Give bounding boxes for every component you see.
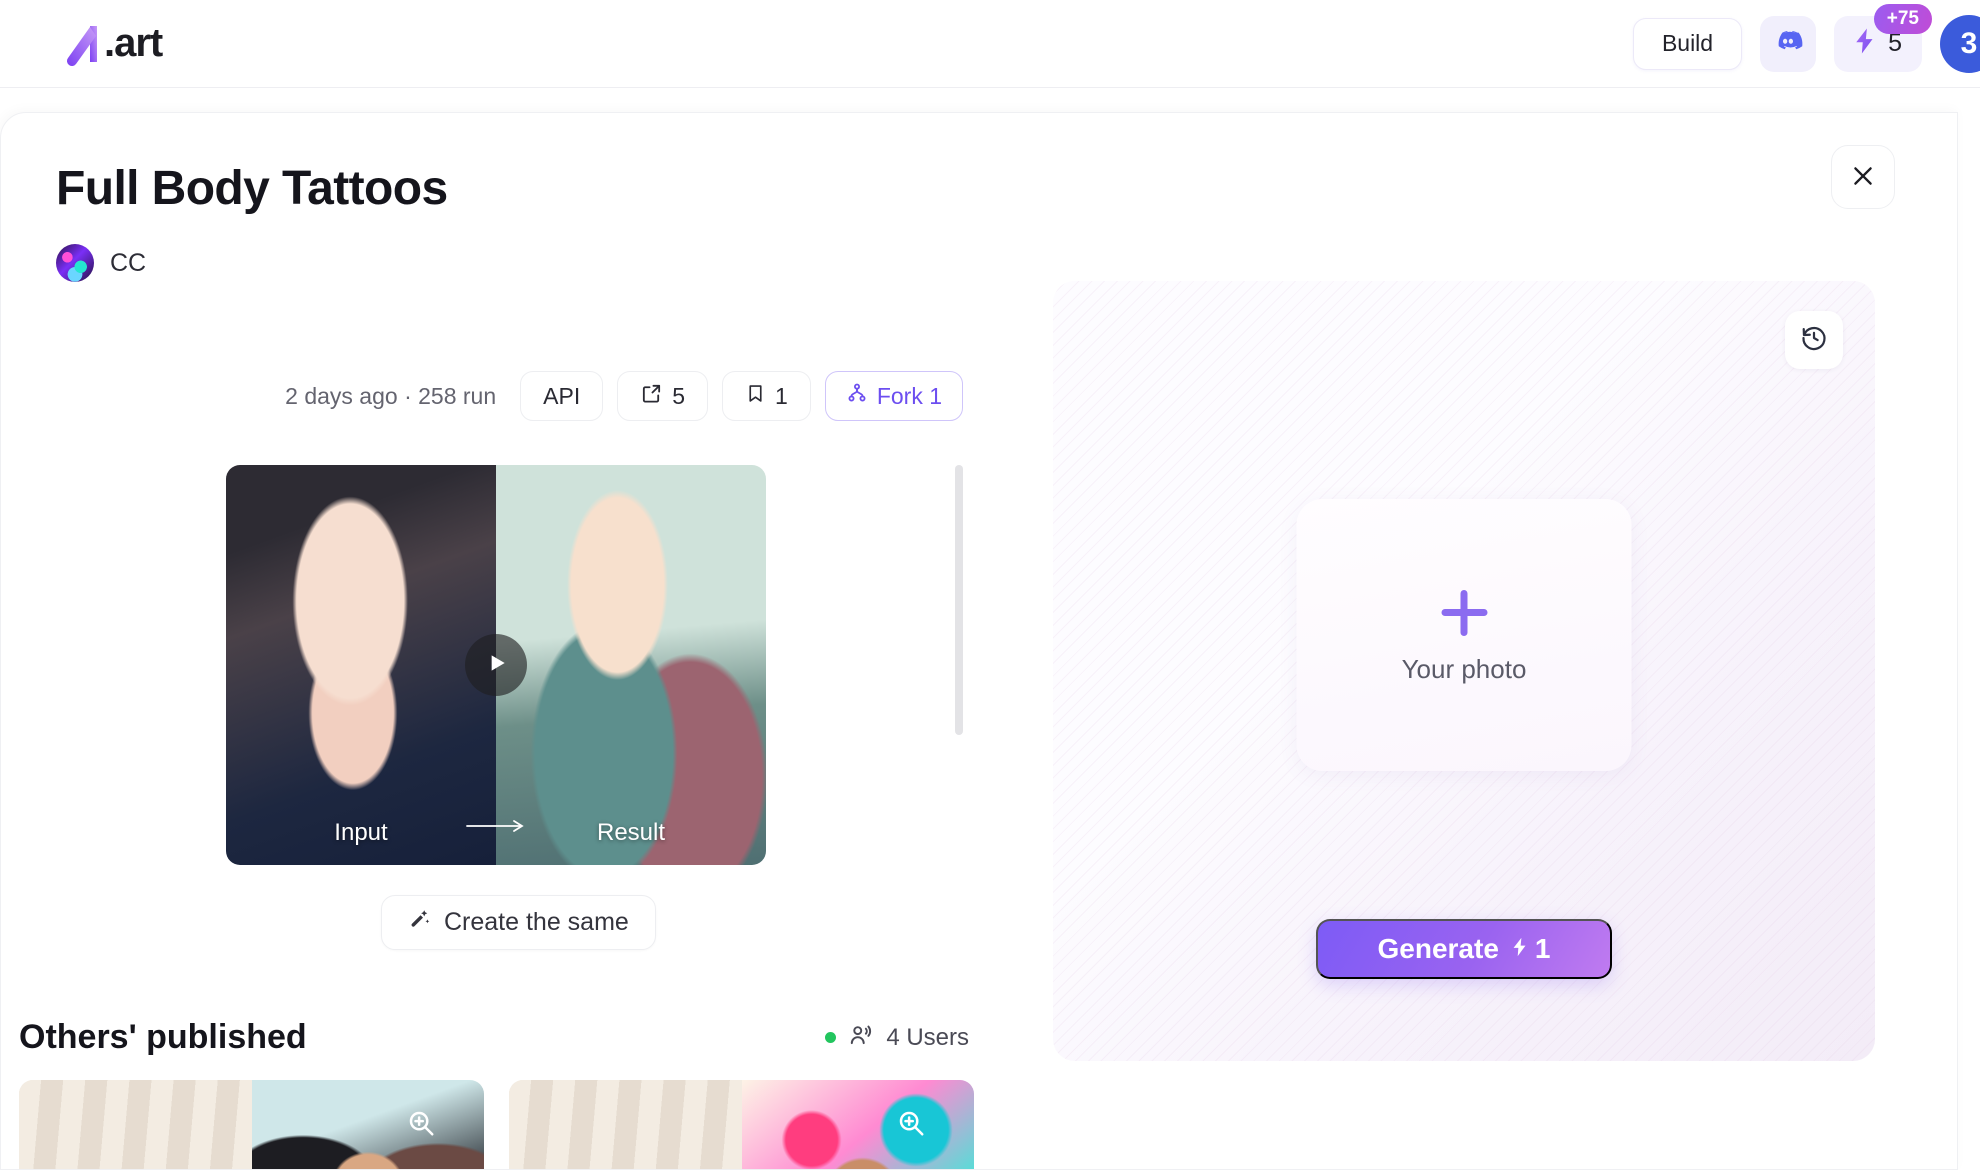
top-navigation-bar: .art Build 5 +75 3 (0, 0, 1980, 88)
share-icon (640, 382, 663, 411)
generate-cost-value: 1 (1534, 933, 1551, 964)
history-icon (1800, 324, 1828, 357)
generate-label: Generate (1377, 933, 1499, 964)
others-published-header: Others' published 4 Users (19, 1018, 969, 1057)
run-meta-text: 2 days ago · 258 run (285, 382, 497, 409)
gallery-card-before (19, 1080, 252, 1169)
create-the-same-label: Create the same (444, 908, 629, 936)
generation-panel: Your photo Generate 1 (1053, 281, 1875, 1061)
media-scrollbar[interactable] (955, 465, 963, 865)
build-button[interactable]: Build (1632, 17, 1743, 70)
gallery-card-after (741, 1080, 974, 1169)
example-video-card[interactable]: Input Result (226, 465, 766, 865)
others-published-gallery (19, 1080, 974, 1169)
credits-button[interactable]: 5 +75 (1834, 3, 1932, 72)
discord-button[interactable] (1760, 15, 1817, 72)
result-label: Result (596, 819, 666, 846)
user-avatar[interactable]: 3 (1940, 14, 1980, 73)
play-button[interactable] (465, 634, 527, 696)
discord-icon (1773, 26, 1803, 61)
play-icon (483, 650, 509, 681)
plus-icon (1437, 586, 1491, 640)
others-published-title: Others' published (19, 1018, 307, 1056)
credits-bonus-badge: +75 (1873, 3, 1932, 34)
api-button[interactable]: API (520, 371, 604, 421)
users-count-text: 4 Users (886, 1023, 969, 1051)
zoom-in-icon[interactable] (404, 1106, 438, 1140)
lightning-bolt-icon (1509, 933, 1531, 965)
close-icon (1850, 163, 1876, 192)
generate-button[interactable]: Generate 1 (1316, 919, 1612, 979)
fork-icon (846, 382, 868, 410)
lightning-bolt-icon (1850, 26, 1880, 61)
fork-label: Fork 1 (876, 382, 942, 409)
gallery-card[interactable] (19, 1080, 484, 1169)
nav-actions: Build 5 +75 3 (1632, 3, 1980, 73)
author-name: CC (110, 248, 147, 277)
magic-wand-icon (408, 907, 432, 938)
logo-mark-icon (60, 22, 102, 66)
share-count: 5 (672, 382, 686, 409)
gallery-card[interactable] (509, 1080, 974, 1169)
bookmark-icon (745, 383, 766, 410)
author-avatar (56, 244, 94, 282)
media-result-half: Result (496, 465, 766, 865)
bookmark-button[interactable]: 1 (722, 371, 811, 421)
active-users-indicator: 4 Users (825, 1022, 969, 1053)
photo-upload-dropzone[interactable]: Your photo (1296, 499, 1632, 771)
share-button[interactable]: 5 (617, 371, 709, 421)
detail-modal-sheet: Full Body Tattoos CC 2 days ago · 258 ru… (0, 112, 1958, 1170)
media-input-half: Input (226, 465, 496, 865)
generate-cost: 1 (1509, 933, 1551, 965)
online-dot-icon (825, 1032, 837, 1043)
history-button[interactable] (1785, 311, 1843, 369)
bookmark-count: 1 (775, 382, 788, 409)
gallery-card-before (509, 1080, 742, 1169)
scrollbar-thumb[interactable] (955, 465, 963, 735)
logo-text: .art (104, 21, 163, 65)
input-label: Input (334, 819, 388, 846)
fork-button[interactable]: Fork 1 (824, 371, 963, 421)
users-icon (848, 1022, 874, 1053)
author-row[interactable]: CC (56, 244, 1001, 282)
close-modal-button[interactable] (1831, 145, 1895, 209)
page-title: Full Body Tattoos (56, 162, 448, 215)
create-the-same-button[interactable]: Create the same (381, 895, 656, 950)
app-logo[interactable]: .art (60, 21, 163, 66)
upload-label: Your photo (1401, 653, 1527, 684)
detail-meta-row: 2 days ago · 258 run API 5 1 Fork 1 (1, 371, 1001, 421)
zoom-in-icon[interactable] (894, 1106, 928, 1140)
arrow-right-icon (465, 818, 527, 839)
gallery-card-after (251, 1080, 484, 1169)
